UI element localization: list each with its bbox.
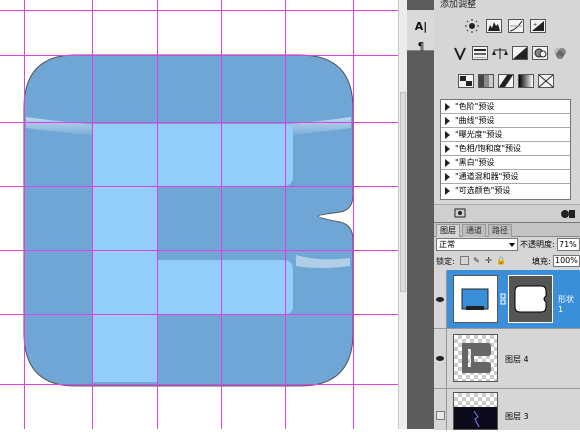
exposure-icon[interactable]: + (530, 19, 546, 33)
preset-selective-color[interactable]: "可选颜色"预设 (441, 184, 570, 198)
fill-input[interactable]: 100% (553, 255, 580, 267)
guide-horizontal[interactable] (0, 122, 398, 123)
adjustment-presets-list[interactable]: "色阶"预设 "曲线"预设 "曝光度"预设 "色相/饱和度"预设 "黑白"预设 … (440, 99, 571, 200)
guide-horizontal[interactable] (0, 55, 398, 56)
layer-row-layer-4[interactable]: 图层 4 (434, 329, 580, 389)
vector-mask-thumbnail[interactable] (508, 275, 553, 323)
curves-icon[interactable] (508, 19, 524, 33)
lock-transparency-icon[interactable] (460, 256, 469, 265)
collapsed-panel-strip: A| ¶ (407, 0, 434, 429)
layer-name[interactable]: 图层 4 (505, 354, 529, 365)
eye-icon[interactable] (436, 297, 444, 302)
document-canvas[interactable] (0, 0, 398, 429)
guide-vertical[interactable] (353, 0, 354, 429)
rounded-shape-artwork (23, 54, 354, 387)
channel-mixer-icon[interactable] (552, 46, 568, 60)
guide-horizontal[interactable] (0, 10, 398, 11)
vibrance-icon[interactable] (452, 46, 468, 62)
black-white-icon[interactable] (512, 46, 528, 60)
fill-label: 填充: (532, 257, 551, 266)
visibility-cell[interactable] (434, 329, 447, 388)
outer-rounded-shape (23, 54, 354, 387)
posterize-icon[interactable] (478, 74, 494, 88)
opacity-input[interactable]: 71% (557, 238, 580, 251)
visibility-box[interactable] (436, 411, 445, 420)
preset-hue-saturation[interactable]: "色相/饱和度"预设 (441, 142, 570, 156)
adjustments-footer (434, 204, 580, 223)
tab-paths[interactable]: 路径 (488, 224, 512, 237)
levels-icon[interactable] (486, 19, 502, 33)
guide-vertical[interactable] (285, 0, 286, 429)
threshold-icon[interactable] (498, 74, 514, 88)
blend-mode-dropdown[interactable]: 正常 (436, 238, 518, 251)
expand-triangle-icon[interactable] (445, 173, 450, 181)
guide-horizontal[interactable] (0, 250, 398, 251)
visibility-cell[interactable] (434, 270, 447, 328)
lock-position-icon[interactable]: ✛ (484, 256, 493, 265)
layer-name[interactable]: 图层 3 (505, 411, 529, 422)
guide-vertical[interactable] (24, 0, 25, 429)
chevron-down-icon (509, 243, 515, 247)
preset-black-white[interactable]: "黑白"预设 (441, 156, 570, 170)
character-icon[interactable]: A| (414, 20, 428, 34)
layer-name[interactable]: 形状 1 (558, 294, 580, 314)
guide-horizontal[interactable] (0, 186, 398, 187)
gradient-map-icon[interactable] (518, 74, 534, 88)
clip-to-layer-icon[interactable] (454, 208, 468, 220)
expand-triangle-icon[interactable] (445, 187, 450, 195)
scrollbar-thumb[interactable] (400, 92, 406, 292)
brightness-contrast-icon[interactable] (464, 19, 480, 33)
expand-triangle-icon[interactable] (445, 145, 450, 153)
visibility-cell[interactable] (434, 389, 447, 430)
guide-vertical[interactable] (157, 0, 158, 429)
tab-channels[interactable]: 通道 (462, 224, 486, 237)
guide-vertical[interactable] (221, 0, 222, 429)
lock-image-icon[interactable]: ✎ (472, 256, 481, 265)
invert-icon[interactable] (458, 74, 474, 88)
preset-exposure[interactable]: "曝光度"预设 (441, 128, 570, 142)
eye-icon[interactable] (436, 356, 444, 361)
adjustments-title: 添加调整 (440, 0, 477, 10)
lock-label: 锁定: (436, 257, 455, 266)
preset-levels[interactable]: "色阶"预设 (441, 100, 570, 114)
character-panel-dock: A| ¶ (407, 10, 434, 54)
photo-filter-icon[interactable] (532, 46, 548, 60)
expand-triangle-icon[interactable] (445, 131, 450, 139)
lock-all-icon[interactable]: 🔒 (496, 256, 506, 265)
expand-triangle-icon[interactable] (445, 117, 450, 125)
svg-text:+: + (533, 22, 537, 28)
layers-panel: 图层 通道 路径 正常 不透明度: 71% 锁定: ✎ ✛ 🔒 填充: 100%… (434, 222, 580, 430)
layer-thumbnail[interactable] (453, 334, 498, 382)
selective-color-icon[interactable] (538, 74, 554, 88)
guide-horizontal[interactable] (0, 314, 398, 315)
layers-panel-tabs: 图层 通道 路径 (434, 223, 580, 237)
link-chain-icon[interactable] (500, 293, 506, 305)
opacity-label: 不透明度: (520, 240, 555, 249)
layer-row-layer-3[interactable]: 图层 3 (434, 389, 580, 430)
layer-row-shape-1[interactable]: 形状 1 (434, 270, 580, 329)
layer-thumbnail[interactable] (453, 275, 498, 323)
hue-saturation-icon[interactable] (472, 46, 488, 60)
color-balance-icon[interactable] (492, 46, 508, 60)
layer-thumbnail[interactable] (453, 392, 498, 430)
preset-channel-mixer[interactable]: "通道混和器"预设 (441, 170, 570, 184)
adjustments-panel: 添加调整 + "色阶"预设 "曲线"预设 "曝光度"预设 "色相/饱和度"预设 … (434, 0, 580, 223)
guide-horizontal[interactable] (0, 384, 398, 385)
paragraph-icon[interactable]: ¶ (414, 40, 428, 54)
tab-layers[interactable]: 图层 (436, 224, 460, 237)
preset-curves[interactable]: "曲线"预设 (441, 114, 570, 128)
panel-options-icon[interactable] (560, 208, 576, 220)
expand-triangle-icon[interactable] (445, 103, 450, 111)
guide-vertical[interactable] (92, 0, 93, 429)
expand-triangle-icon[interactable] (445, 159, 450, 167)
